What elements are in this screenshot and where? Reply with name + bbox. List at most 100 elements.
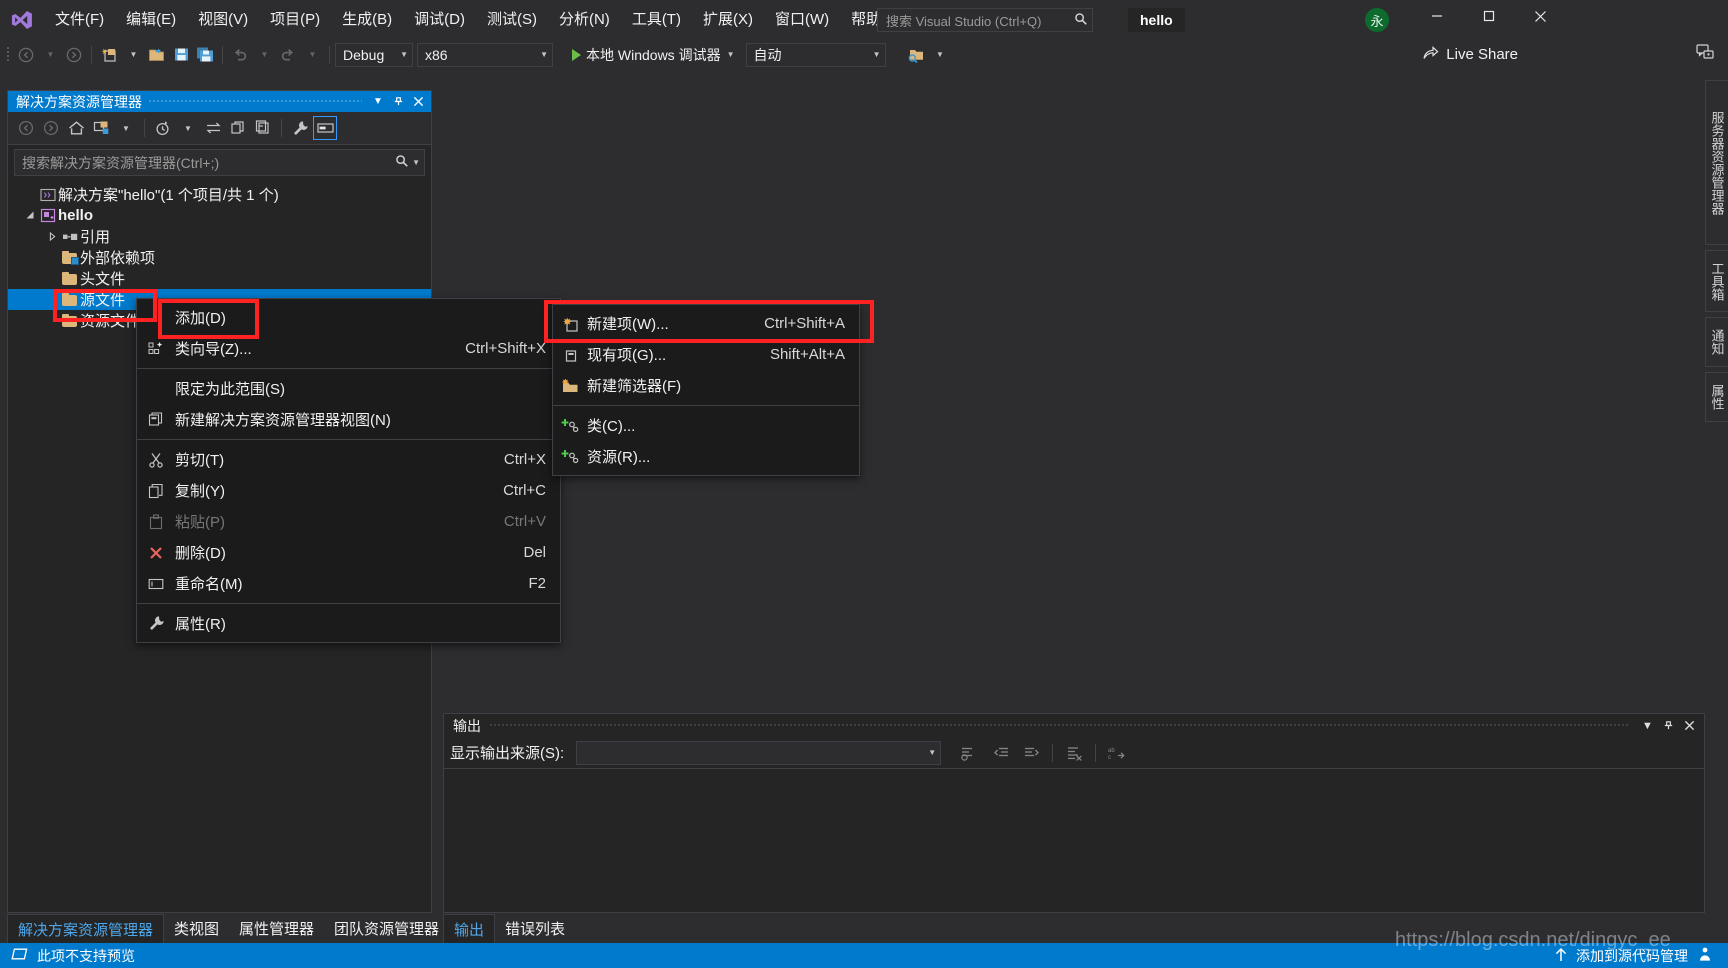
expander-collapsed-icon[interactable] bbox=[44, 229, 60, 245]
clear-all-icon[interactable] bbox=[1061, 741, 1087, 765]
chevron-down-icon[interactable]: ▼ bbox=[252, 43, 276, 67]
send-feedback-icon[interactable] bbox=[1696, 43, 1715, 66]
menu-file[interactable]: 文件(F) bbox=[44, 5, 115, 35]
submenu-item-resource[interactable]: 资源(R)... bbox=[553, 441, 859, 472]
properties-wrench-icon[interactable] bbox=[288, 116, 312, 140]
pending-changes-icon[interactable] bbox=[151, 116, 175, 140]
save-all-icon[interactable] bbox=[193, 43, 217, 67]
output-source-select[interactable]: ▼ bbox=[576, 741, 941, 765]
minimize-button[interactable] bbox=[1414, 0, 1459, 32]
close-button[interactable] bbox=[1518, 0, 1563, 32]
context-menu-item-cut[interactable]: 剪切(T) Ctrl+X bbox=[137, 444, 560, 475]
upload-arrow-icon[interactable] bbox=[1554, 947, 1568, 965]
save-icon[interactable] bbox=[169, 43, 193, 67]
go-to-next-icon[interactable] bbox=[1018, 741, 1044, 765]
switch-views-icon[interactable] bbox=[89, 116, 113, 140]
context-menu-item-scope-to-this[interactable]: 限定为此范围(S) bbox=[137, 373, 560, 404]
vtab-toolbox[interactable]: 工具箱 bbox=[1705, 250, 1728, 312]
live-share-button[interactable]: Live Share bbox=[1422, 42, 1518, 67]
chevron-down-icon[interactable]: ▼ bbox=[412, 158, 420, 167]
refresh-icon[interactable] bbox=[226, 116, 250, 140]
menu-analyze[interactable]: 分析(N) bbox=[548, 5, 621, 35]
context-menu-item-rename[interactable]: 重命名(M) F2 bbox=[137, 568, 560, 599]
tab-property-manager[interactable]: 属性管理器 bbox=[229, 914, 324, 943]
output-text-area[interactable] bbox=[444, 769, 1704, 911]
go-to-previous-icon[interactable] bbox=[989, 741, 1015, 765]
source-control-icon[interactable] bbox=[1696, 946, 1714, 965]
project-name-chip[interactable]: hello bbox=[1128, 8, 1185, 32]
submenu-item-existing-item[interactable]: 现有项(G)... Shift+Alt+A bbox=[553, 339, 859, 370]
context-menu-item-delete[interactable]: 删除(D) Del bbox=[137, 537, 560, 568]
attach-mode-select[interactable]: 自动 ▼ bbox=[746, 43, 886, 67]
new-project-icon[interactable] bbox=[97, 43, 121, 67]
menu-tools[interactable]: 工具(T) bbox=[621, 5, 692, 35]
menu-build[interactable]: 生成(B) bbox=[331, 5, 403, 35]
context-menu-item-add[interactable]: 添加(D) bbox=[137, 302, 560, 333]
toolbar-grip[interactable] bbox=[4, 45, 14, 65]
home-icon[interactable] bbox=[64, 116, 88, 140]
open-file-icon[interactable] bbox=[145, 43, 169, 67]
chevron-down-icon[interactable]: ▼ bbox=[300, 43, 324, 67]
solution-platform-select[interactable]: x86 ▼ bbox=[417, 43, 553, 67]
close-icon[interactable] bbox=[408, 92, 428, 112]
pin-icon[interactable] bbox=[1658, 715, 1679, 736]
tree-item-external-dependencies[interactable]: 外部依赖项 bbox=[8, 247, 431, 268]
output-panel-header[interactable]: 输出 ▼ bbox=[444, 714, 1704, 737]
menu-project[interactable]: 项目(P) bbox=[259, 5, 331, 35]
submenu-item-new-item[interactable]: 新建项(W)... Ctrl+Shift+A bbox=[553, 308, 859, 339]
menu-test[interactable]: 测试(S) bbox=[476, 5, 548, 35]
menu-view[interactable]: 视图(V) bbox=[187, 5, 259, 35]
tab-class-view[interactable]: 类视图 bbox=[164, 914, 229, 943]
vtab-server-explorer[interactable]: 服务器资源管理器 bbox=[1705, 80, 1728, 245]
menu-edit[interactable]: 编辑(E) bbox=[115, 5, 187, 35]
search-in-files-icon[interactable] bbox=[904, 43, 928, 67]
context-menu-item-class-wizard[interactable]: 类向导(Z)... Ctrl+Shift+X bbox=[137, 333, 560, 364]
add-to-source-control-label[interactable]: 添加到源代码管理 bbox=[1576, 946, 1688, 966]
tree-item-references[interactable]: 引用 bbox=[8, 226, 431, 247]
chevron-down-icon[interactable]: ▼ bbox=[1637, 715, 1658, 736]
chevron-down-icon[interactable]: ▼ bbox=[176, 116, 200, 140]
avatar[interactable]: 永 bbox=[1365, 8, 1389, 32]
vtab-properties[interactable]: 属性 bbox=[1705, 372, 1728, 422]
menu-extensions[interactable]: 扩展(X) bbox=[692, 5, 764, 35]
navigate-back-icon[interactable] bbox=[14, 43, 38, 67]
solution-explorer-header[interactable]: 解决方案资源管理器 ▼ bbox=[8, 91, 431, 112]
context-menu-item-new-solution-explorer-view[interactable]: 新建解决方案资源管理器视图(N) bbox=[137, 404, 560, 435]
find-message-icon[interactable] bbox=[954, 741, 980, 765]
submenu-item-new-filter[interactable]: 新建筛选器(F) bbox=[553, 370, 859, 401]
expander-expanded-icon[interactable] bbox=[22, 208, 38, 224]
tab-solution-explorer[interactable]: 解决方案资源管理器 bbox=[7, 914, 164, 943]
undo-icon[interactable] bbox=[228, 43, 252, 67]
global-search-input[interactable]: 搜索 Visual Studio (Ctrl+Q) bbox=[877, 8, 1093, 32]
preview-selected-items-icon[interactable] bbox=[313, 116, 337, 140]
start-debugging-button[interactable]: 本地 Windows 调试器 ▼ bbox=[567, 43, 740, 67]
sync-with-active-document-icon[interactable] bbox=[201, 116, 225, 140]
solution-configuration-select[interactable]: Debug ▼ bbox=[335, 43, 413, 67]
forward-icon[interactable] bbox=[39, 116, 63, 140]
toolbar-options-icon[interactable]: ▼ bbox=[928, 43, 952, 67]
tree-item-header-files[interactable]: 头文件 bbox=[8, 268, 431, 289]
redo-icon[interactable] bbox=[276, 43, 300, 67]
context-menu-item-properties[interactable]: 属性(R) bbox=[137, 608, 560, 639]
close-icon[interactable] bbox=[1679, 715, 1700, 736]
tree-item-project-hello[interactable]: hello bbox=[8, 205, 431, 226]
menu-debug[interactable]: 调试(D) bbox=[403, 5, 476, 35]
tab-team-explorer[interactable]: 团队资源管理器 bbox=[324, 914, 449, 943]
chevron-down-icon[interactable]: ▼ bbox=[38, 43, 62, 67]
maximize-button[interactable] bbox=[1466, 0, 1511, 32]
chevron-down-icon[interactable]: ▼ bbox=[121, 43, 145, 67]
menu-window[interactable]: 窗口(W) bbox=[764, 5, 840, 35]
tab-error-list[interactable]: 错误列表 bbox=[495, 914, 575, 943]
context-menu-item-copy[interactable]: 复制(Y) Ctrl+C bbox=[137, 475, 560, 506]
back-icon[interactable] bbox=[14, 116, 38, 140]
collapse-all-icon[interactable] bbox=[251, 116, 275, 140]
navigate-forward-icon[interactable] bbox=[62, 43, 86, 67]
submenu-item-class[interactable]: 类(C)... bbox=[553, 410, 859, 441]
vtab-notifications[interactable]: 通知 bbox=[1705, 317, 1728, 367]
pin-icon[interactable] bbox=[388, 92, 408, 112]
tree-item-solution[interactable]: 解决方案"hello"(1 个项目/共 1 个) bbox=[8, 184, 431, 205]
chevron-down-icon[interactable]: ▼ bbox=[368, 92, 388, 112]
chevron-down-icon[interactable]: ▼ bbox=[114, 116, 138, 140]
toggle-word-wrap-icon[interactable]: abc bbox=[1104, 741, 1130, 765]
solution-explorer-search-input[interactable]: 搜索解决方案资源管理器(Ctrl+;) ▼ bbox=[14, 149, 425, 176]
